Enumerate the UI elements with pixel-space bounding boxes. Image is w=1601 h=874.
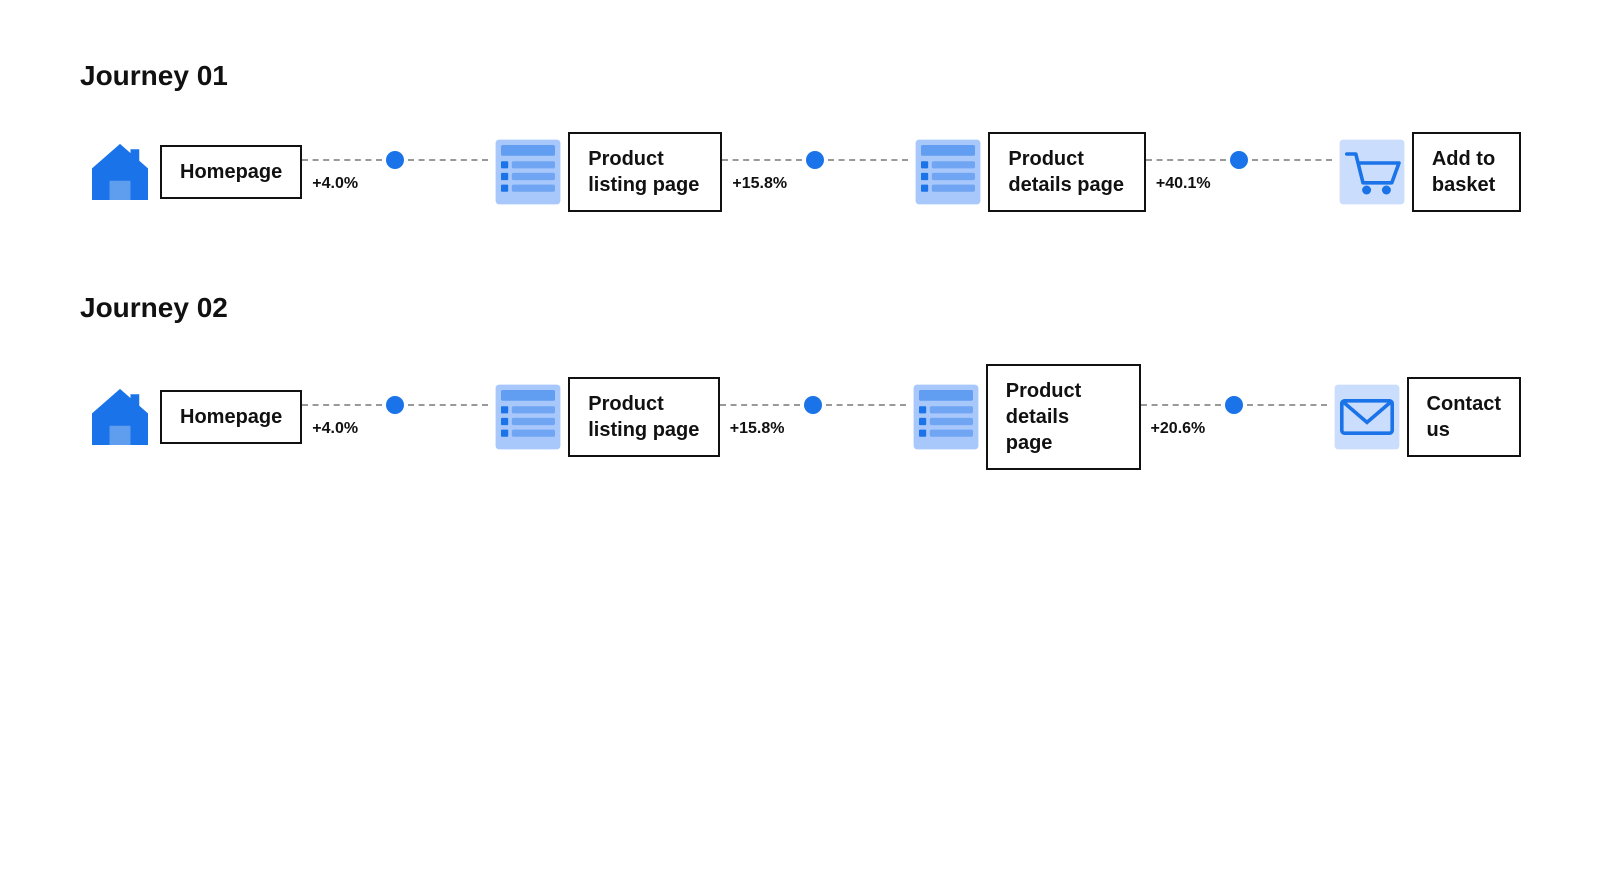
home-icon-2 bbox=[80, 377, 160, 457]
dashed-line bbox=[1247, 404, 1327, 406]
connector-dot bbox=[1230, 151, 1248, 169]
connector-02-1: +4.0% bbox=[302, 396, 488, 438]
journey-01-flow: Homepage +4.0% Product listing page bbox=[80, 132, 1521, 212]
dashed-line bbox=[828, 159, 908, 161]
connector-pct-02-1: +4.0% bbox=[312, 420, 358, 438]
dashed-line bbox=[1252, 159, 1332, 161]
connector-dot bbox=[806, 151, 824, 169]
step-listing-2: Product listing page bbox=[488, 377, 719, 457]
step-basket-1-label: Add to basket bbox=[1412, 132, 1521, 212]
step-listing-1: Product listing page bbox=[488, 132, 722, 212]
step-basket-1: Add to basket bbox=[1332, 132, 1521, 212]
step-contact-2-label: Contact us bbox=[1407, 377, 1521, 457]
listing-icon-2 bbox=[488, 377, 568, 457]
details-icon bbox=[908, 132, 988, 212]
step-homepage-2: Homepage bbox=[80, 377, 302, 457]
connector-02-3: +20.6% bbox=[1141, 396, 1327, 438]
connector-pct-02-2: +15.8% bbox=[730, 420, 785, 438]
journey-02-flow: Homepage +4.0% Product listing page bbox=[80, 364, 1521, 470]
connector-pct-01-2: +15.8% bbox=[732, 175, 787, 193]
connector-01-1: +4.0% bbox=[302, 151, 488, 193]
dashed-line bbox=[826, 404, 906, 406]
step-details-2: Product details page bbox=[906, 364, 1141, 470]
journey-02-title: Journey 02 bbox=[80, 292, 1521, 324]
journeys-container: Journey 01 Homepage +4.0% bbox=[80, 60, 1521, 470]
step-homepage-1-label: Homepage bbox=[160, 145, 302, 199]
connector-dot bbox=[386, 151, 404, 169]
journey-02-section: Journey 02 Homepage +4.0% bbox=[80, 292, 1521, 470]
step-homepage-2-label: Homepage bbox=[160, 390, 302, 444]
connector-pct-02-3: +20.6% bbox=[1151, 420, 1206, 438]
listing-icon bbox=[488, 132, 568, 212]
basket-icon bbox=[1332, 132, 1412, 212]
step-details-1-label: Product details page bbox=[988, 132, 1145, 212]
step-listing-2-label: Product listing page bbox=[568, 377, 719, 457]
dashed-line bbox=[1141, 404, 1221, 406]
journey-01-title: Journey 01 bbox=[80, 60, 1521, 92]
home-icon bbox=[80, 132, 160, 212]
dashed-line bbox=[408, 404, 488, 406]
step-details-2-label: Product details page bbox=[986, 364, 1141, 470]
step-homepage-1: Homepage bbox=[80, 132, 302, 212]
connector-02-2: +15.8% bbox=[720, 396, 906, 438]
dashed-line bbox=[408, 159, 488, 161]
details-icon-2 bbox=[906, 377, 986, 457]
contact-icon bbox=[1327, 377, 1407, 457]
connector-dot bbox=[804, 396, 822, 414]
connector-pct-01-1: +4.0% bbox=[312, 175, 358, 193]
connector-dot bbox=[1225, 396, 1243, 414]
step-details-1: Product details page bbox=[908, 132, 1145, 212]
connector-pct-01-3: +40.1% bbox=[1156, 175, 1211, 193]
dashed-line bbox=[722, 159, 802, 161]
connector-01-2: +15.8% bbox=[722, 151, 908, 193]
dashed-line bbox=[1146, 159, 1226, 161]
journey-01-section: Journey 01 Homepage +4.0% bbox=[80, 60, 1521, 212]
dashed-line bbox=[302, 404, 382, 406]
dashed-line bbox=[720, 404, 800, 406]
step-listing-1-label: Product listing page bbox=[568, 132, 722, 212]
connector-01-3: +40.1% bbox=[1146, 151, 1332, 193]
step-contact-2: Contact us bbox=[1327, 377, 1521, 457]
connector-dot bbox=[386, 396, 404, 414]
dashed-line bbox=[302, 159, 382, 161]
